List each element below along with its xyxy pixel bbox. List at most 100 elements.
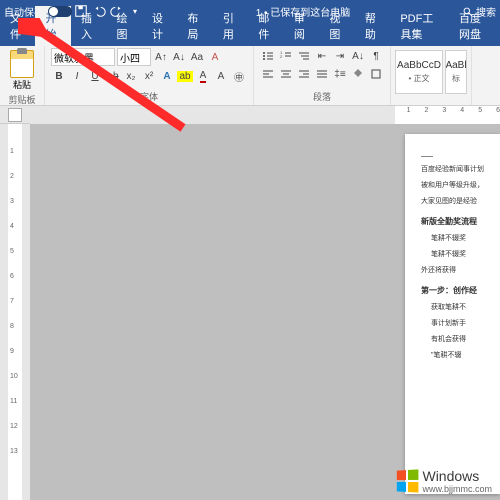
clipboard-icon [10, 50, 34, 78]
doc-text: 笔耕不辍奖 [431, 233, 494, 243]
increase-indent-button[interactable]: ⇥ [332, 48, 348, 64]
ruler-tick: 13 [10, 448, 18, 455]
doc-text: 事计划新手 [431, 318, 494, 328]
underline-button[interactable]: U [87, 68, 103, 84]
font-color-button[interactable]: A [195, 68, 211, 84]
paste-label: 粘贴 [13, 78, 31, 91]
bullets-button[interactable] [260, 48, 276, 64]
doc-text: 外还将获得 [421, 265, 494, 275]
font-group: A↑ A↓ Aa A B I U ab x₂ x² A ab A A ㊥ 字体 [45, 46, 254, 105]
tab-layout[interactable]: 布局 [177, 6, 212, 46]
doc-text: 笔耕不辍奖 [431, 249, 494, 259]
bold-button[interactable]: B [51, 68, 67, 84]
show-marks-button[interactable]: ¶ [368, 48, 384, 64]
italic-button[interactable]: I [69, 68, 85, 84]
tab-insert[interactable]: 插入 [71, 6, 106, 46]
toggle-switch-icon[interactable] [48, 6, 72, 17]
tab-file[interactable]: 文件 [0, 6, 35, 46]
styles-group: AaBbCcD • 正文 AaBl 标 [391, 46, 472, 105]
doc-text: 大家见图的是经验 [421, 196, 494, 206]
ruler-tick: 3 [10, 198, 18, 205]
sort-button[interactable]: A↓ [350, 48, 366, 64]
ruler-tick: 2 [10, 173, 18, 180]
workspace: 1 2 3 4 5 6 7 8 9 10 11 12 13 百度经验新闻事计划 … [0, 124, 500, 500]
tab-view[interactable]: 视图 [319, 6, 354, 46]
clear-format-icon[interactable]: A [207, 49, 223, 65]
style-name: • 正文 [408, 73, 429, 84]
doc-text: 获取笔耕不 [431, 302, 494, 312]
phonetic-guide-button[interactable]: A [213, 68, 229, 84]
align-center-button[interactable] [278, 66, 294, 82]
tab-references[interactable]: 引用 [213, 6, 248, 46]
paragraph-group: 12 ⇤ ⇥ A↓ ¶ ‡≡ 段落 [254, 46, 391, 105]
subscript-button[interactable]: x₂ [123, 68, 139, 84]
text-effects-button[interactable]: A [159, 68, 175, 84]
justify-button[interactable] [314, 66, 330, 82]
font-name-select[interactable] [51, 48, 115, 66]
doc-heading: 第一步：创作经 [421, 285, 494, 296]
ruler-tick: 7 [10, 298, 18, 305]
windows-logo-icon [397, 469, 419, 492]
watermark-brand: Windows [422, 468, 492, 484]
clipboard-group: 粘贴 剪贴板 [0, 46, 45, 105]
tab-selector-icon[interactable] [8, 108, 22, 122]
shrink-font-icon[interactable]: A↓ [171, 49, 187, 65]
tab-pdf-tools[interactable]: PDF工具集 [390, 6, 449, 46]
watermark: Windows www.bjjmmc.com [392, 466, 496, 496]
style-preview: AaBl [445, 60, 466, 71]
doc-text: 百度经验新闻事计划 [421, 164, 494, 174]
style-preview: AaBbCcD [397, 60, 441, 71]
change-case-icon[interactable]: Aa [189, 49, 205, 65]
style-normal[interactable]: AaBbCcD • 正文 [395, 50, 443, 94]
horizontal-ruler[interactable]: 1 2 3 4 5 6 [0, 106, 500, 124]
line-spacing-button[interactable]: ‡≡ [332, 66, 348, 82]
ruler-tick: 10 [10, 373, 18, 380]
tab-help[interactable]: 帮助 [355, 6, 390, 46]
decrease-indent-button[interactable]: ⇤ [314, 48, 330, 64]
tab-baidu-netdisk[interactable]: 百度网盘 [449, 6, 500, 46]
ribbon: 粘贴 剪贴板 A↑ A↓ Aa A B I U ab x₂ x² A ab A … [0, 46, 500, 106]
paste-button[interactable]: 粘贴 [6, 48, 38, 93]
align-left-button[interactable] [260, 66, 276, 82]
tab-mailings[interactable]: 邮件 [248, 6, 283, 46]
vertical-ruler[interactable]: 1 2 3 4 5 6 7 8 9 10 11 12 13 [0, 124, 30, 500]
ruler-tick: 2 [424, 107, 428, 114]
tab-design[interactable]: 设计 [142, 6, 177, 46]
shading-button[interactable] [350, 66, 366, 82]
ruler-tick: 6 [496, 107, 500, 114]
highlight-button[interactable]: ab [177, 68, 193, 84]
ruler-tick: 1 [407, 107, 411, 114]
font-size-select[interactable] [117, 48, 151, 66]
tab-draw[interactable]: 绘图 [106, 6, 141, 46]
style-name: 标 [452, 73, 460, 84]
style-heading[interactable]: AaBl 标 [445, 50, 467, 94]
ruler-tick: 5 [478, 107, 482, 114]
align-right-button[interactable] [296, 66, 312, 82]
ruler-tick: 1 [10, 148, 18, 155]
multilevel-list-button[interactable] [296, 48, 312, 64]
document-page[interactable]: 百度经验新闻事计划 被和用户等级升级， 大家见图的是经验 新版全勤奖流程 笔耕不… [405, 134, 500, 494]
ribbon-tabs: 文件 开始 插入 绘图 设计 布局 引用 邮件 审阅 视图 帮助 PDF工具集 … [0, 22, 500, 46]
svg-text:2: 2 [280, 54, 283, 59]
paragraph-group-label: 段落 [260, 90, 384, 103]
tab-review[interactable]: 审阅 [284, 6, 319, 46]
font-group-label: 字体 [51, 90, 247, 103]
ruler-tick: 9 [10, 348, 18, 355]
watermark-site: www.bjjmmc.com [422, 484, 492, 494]
doc-text: "笔耕不辍 [431, 350, 494, 360]
ruler-tick: 3 [442, 107, 446, 114]
numbering-button[interactable]: 12 [278, 48, 294, 64]
doc-heading: 新版全勤奖流程 [421, 216, 494, 227]
grow-font-icon[interactable]: A↑ [153, 49, 169, 65]
ruler-tick: 6 [10, 273, 18, 280]
strikethrough-button[interactable]: ab [105, 68, 121, 84]
ruler-tick: 5 [10, 248, 18, 255]
enclose-char-button[interactable]: ㊥ [231, 68, 247, 84]
document-canvas[interactable]: 百度经验新闻事计划 被和用户等级升级， 大家见图的是经验 新版全勤奖流程 笔耕不… [30, 124, 500, 500]
ruler-tick: 4 [10, 223, 18, 230]
borders-button[interactable] [368, 66, 384, 82]
superscript-button[interactable]: x² [141, 68, 157, 84]
ruler-tick: 4 [460, 107, 464, 114]
ruler-tick: 12 [10, 423, 18, 430]
ruler-tick: 11 [10, 398, 18, 405]
